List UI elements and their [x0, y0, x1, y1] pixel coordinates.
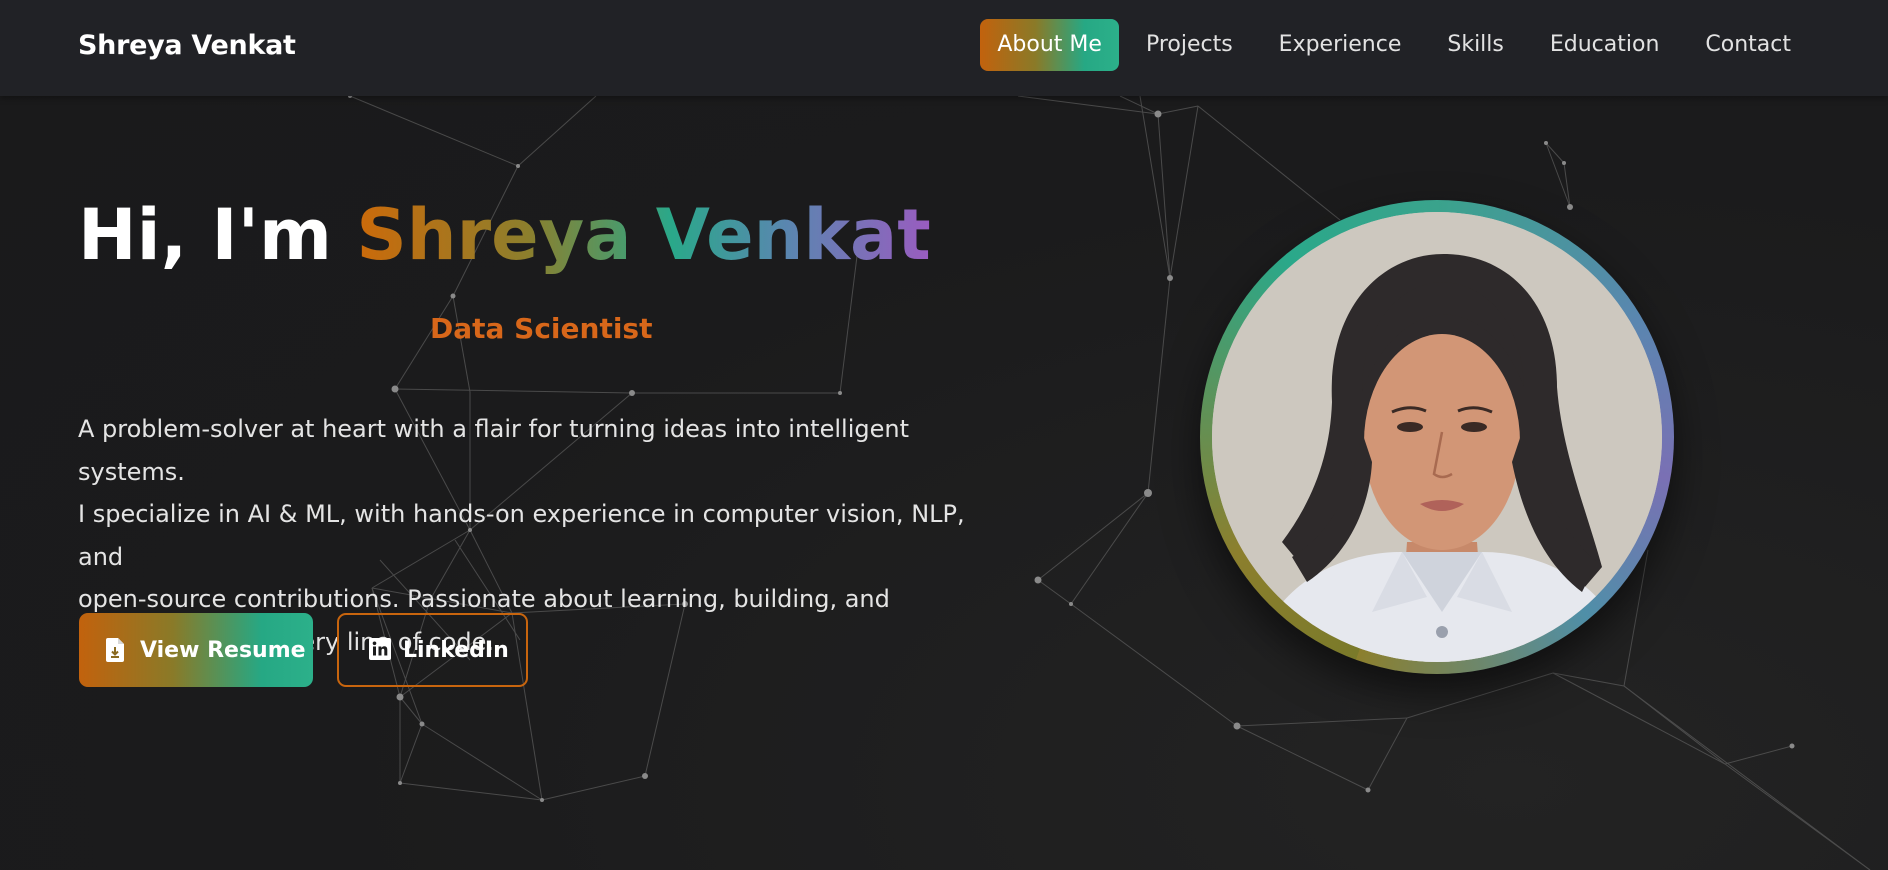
- file-download-icon: [106, 638, 128, 662]
- bio-line: I specialize in AI & ML, with hands-on e…: [78, 500, 965, 571]
- linkedin-icon: [369, 638, 391, 662]
- hero-heading: Hi, I'm Shreya Venkat: [78, 200, 931, 270]
- brand-logo[interactable]: Shreya Venkat: [78, 30, 296, 61]
- bio-line: A problem-solver at heart with a flair f…: [78, 415, 909, 486]
- linkedin-label: LinkedIn: [403, 637, 509, 663]
- nav-item-skills[interactable]: Skills: [1428, 21, 1523, 69]
- nav-item-contact[interactable]: Contact: [1686, 21, 1810, 69]
- nav-item-experience[interactable]: Experience: [1260, 21, 1421, 69]
- view-resume-label: View Resume: [140, 637, 306, 663]
- profile-photo-ring: [1200, 200, 1674, 674]
- nav-item-about-me[interactable]: About Me: [980, 19, 1119, 71]
- bio-line: open-source contributions. Passionate ab…: [78, 585, 890, 613]
- linkedin-button[interactable]: LinkedIn: [337, 613, 528, 687]
- navbar: Shreya Venkat About Me Projects Experien…: [0, 0, 1888, 96]
- hero-name: Shreya Venkat: [356, 194, 931, 276]
- profile-photo: [1212, 212, 1662, 662]
- hero-role: Data Scientist: [430, 312, 653, 345]
- view-resume-button[interactable]: View Resume: [79, 613, 313, 687]
- nav-menu: About Me Projects Experience Skills Educ…: [980, 19, 1810, 71]
- page: Shreya Venkat About Me Projects Experien…: [0, 0, 1888, 870]
- nav-item-education[interactable]: Education: [1531, 21, 1679, 69]
- nav-item-projects[interactable]: Projects: [1127, 21, 1252, 69]
- hero-greeting: Hi, I'm: [78, 194, 357, 276]
